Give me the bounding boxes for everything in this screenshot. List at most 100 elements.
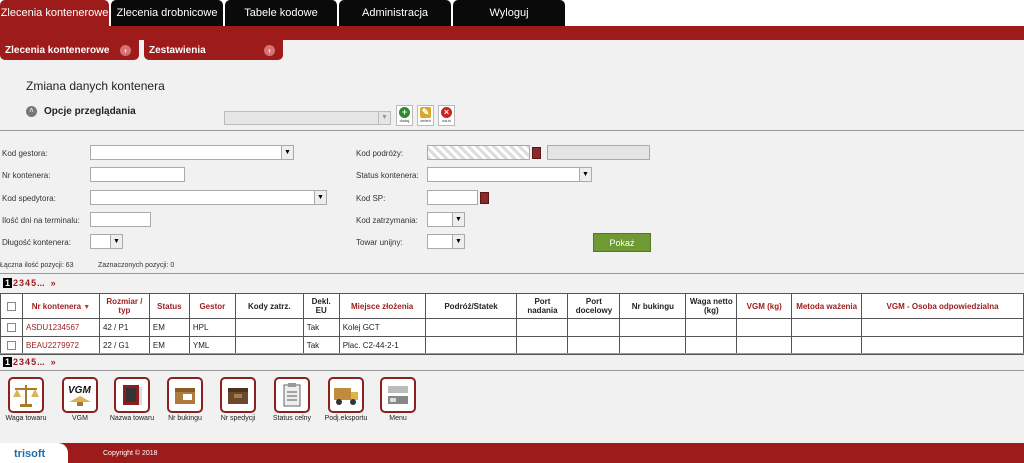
subtab-zlecenia-kontenerowe[interactable]: Zlecenia kontenerowe › xyxy=(0,40,139,60)
status-celny-button[interactable]: Status celny xyxy=(266,377,318,422)
chevron-down-icon: ▼ xyxy=(579,168,591,181)
nr-bukingu-button[interactable]: Nr bukingu xyxy=(159,377,211,422)
table-header-row: Nr kontenera ▼ Rozmiar / typ Status Gest… xyxy=(0,293,1024,319)
chevron-down-icon: ▼ xyxy=(452,213,464,226)
kod-sp-input[interactable] xyxy=(427,190,478,205)
col-vgm-osoba[interactable]: VGM - Osoba odpowiedzialna xyxy=(861,293,1024,319)
page-link[interactable]: 2 xyxy=(13,357,18,367)
page-link[interactable]: ... xyxy=(37,278,45,288)
col-gestor[interactable]: Gestor xyxy=(188,293,236,319)
page-link[interactable]: 3 xyxy=(19,357,24,367)
cell-gestor: HPL xyxy=(188,318,236,337)
trisoft-logo: trisoft xyxy=(14,448,46,460)
chevron-down-icon: ▼ xyxy=(281,146,293,159)
svg-text:VGM: VGM xyxy=(68,385,91,396)
selected-count: Zaznaczonych pozycji: 0 xyxy=(98,262,175,269)
package-icon xyxy=(167,377,203,413)
next-page-icon[interactable]: » xyxy=(51,357,56,367)
cell-port-docelowy xyxy=(567,336,621,355)
cell-rozmiar: 22 / G1 xyxy=(98,336,150,355)
page-link[interactable]: 3 xyxy=(19,278,24,288)
tab-zlecenia-kontenerowe[interactable]: Zlecenia kontenerowe xyxy=(0,0,109,26)
edit-button[interactable]: ✎ zmień xyxy=(417,105,434,126)
nr-kontenera-input[interactable] xyxy=(90,167,185,182)
cell-nr-bukingu xyxy=(619,336,687,355)
towar-unijny-select[interactable]: ▼ xyxy=(427,234,465,249)
col-waga: Waga netto (kg) xyxy=(685,293,738,319)
add-button[interactable]: + dodaj xyxy=(396,105,413,126)
cell-nr-kontenera[interactable]: BEAU2279972 xyxy=(21,336,100,355)
kod-gestora-select[interactable]: ▼ xyxy=(90,145,294,160)
view-options-select[interactable]: ▼ xyxy=(224,111,391,125)
next-page-icon[interactable]: » xyxy=(51,278,56,288)
col-kody-zatrz: Kody zatrz. xyxy=(234,293,304,319)
col-miejsce[interactable]: Miejsce złożenia xyxy=(338,293,426,319)
cell-port-nadania xyxy=(516,336,569,355)
pokaz-button[interactable]: Pokaż xyxy=(593,233,651,252)
ilosc-dni-input[interactable] xyxy=(90,212,151,227)
kod-podrozy-input[interactable] xyxy=(427,145,530,160)
dlugosc-select[interactable]: ▼ xyxy=(90,234,123,249)
chevron-down-icon: ▼ xyxy=(378,112,390,124)
subtab-label: Zestawienia xyxy=(149,44,206,56)
delete-button[interactable]: × usuń xyxy=(438,105,455,126)
cell-miejsce: Kolej GCT xyxy=(338,318,426,337)
calendar-icon[interactable] xyxy=(532,147,541,159)
col-vgm[interactable]: VGM (kg) xyxy=(736,293,793,319)
table-row[interactable]: ASDU1234567 42 / P1 EM HPL Tak Kolej GCT xyxy=(0,318,1024,337)
nr-spedycji-button[interactable]: Nr spedycji xyxy=(212,377,264,422)
podj-eksportu-button[interactable]: Podj.eksportu xyxy=(320,377,372,422)
cell-nr-kontenera[interactable]: ASDU1234567 xyxy=(21,318,100,337)
scale-icon xyxy=(8,377,44,413)
kod-zatrzymania-select[interactable]: ▼ xyxy=(427,212,465,227)
cell-waga xyxy=(685,336,738,355)
tab-administracja[interactable]: Administracja xyxy=(339,0,451,26)
col-rozmiar[interactable]: Rozmiar / typ xyxy=(98,293,150,319)
page-current[interactable]: 1 xyxy=(3,278,13,288)
col-metoda[interactable]: Metoda ważenia xyxy=(791,293,863,319)
nazwa-towaru-button[interactable]: Nazwa towaru xyxy=(106,377,158,422)
statek-readonly-field xyxy=(547,145,650,160)
page-link[interactable]: 4 xyxy=(25,357,30,367)
cell-vgm xyxy=(736,336,793,355)
kod-spedytora-select[interactable]: ▼ xyxy=(90,190,327,205)
col-port-nadania: Port nadania xyxy=(516,293,569,319)
nr-kontenera-label: Nr kontenera: xyxy=(2,171,51,180)
divider xyxy=(0,370,1024,371)
calendar-icon[interactable] xyxy=(480,192,489,204)
row-checkbox[interactable] xyxy=(6,323,16,333)
row-select-cell xyxy=(0,318,23,337)
vgm-button[interactable]: VGM VGM xyxy=(54,377,106,422)
menu-icon xyxy=(380,377,416,413)
cell-status: EM xyxy=(148,336,190,355)
col-port-docelowy: Port docelowy xyxy=(567,293,621,319)
waga-towaru-button[interactable]: Waga towaru xyxy=(0,377,52,422)
page-link[interactable]: 5 xyxy=(31,357,36,367)
total-count: Łączna ilość pozycji: 63 xyxy=(0,262,74,269)
cell-status: EM xyxy=(148,318,190,337)
containers-table: Nr kontenera ▼ Rozmiar / typ Status Gest… xyxy=(0,293,1024,355)
vgm-scale-icon: VGM xyxy=(62,377,98,413)
subtab-zestawienia[interactable]: Zestawienia › xyxy=(144,40,283,60)
col-nr-kontenera[interactable]: Nr kontenera ▼ xyxy=(21,293,100,319)
row-checkbox[interactable] xyxy=(6,341,16,351)
tab-tabele-kodowe[interactable]: Tabele kodowe xyxy=(225,0,337,26)
status-kontenera-select[interactable]: ▼ xyxy=(427,167,592,182)
tab-zlecenia-drobnicowe[interactable]: Zlecenia drobnicowe xyxy=(111,0,223,26)
page-link[interactable]: 2 xyxy=(13,278,18,288)
menu-button[interactable]: Menu xyxy=(372,377,424,422)
tab-wyloguj[interactable]: Wyloguj xyxy=(453,0,565,26)
table-row[interactable]: BEAU2279972 22 / G1 EM YML Tak Plac. C2-… xyxy=(0,336,1024,355)
select-all-checkbox[interactable] xyxy=(6,301,16,311)
page-link[interactable]: ... xyxy=(37,357,45,367)
cell-nr-bukingu xyxy=(619,318,687,337)
collapse-icon[interactable]: ˄ xyxy=(26,106,37,117)
page-link[interactable]: 5 xyxy=(31,278,36,288)
plus-icon: + xyxy=(399,107,410,118)
col-status[interactable]: Status xyxy=(148,293,190,319)
page-link[interactable]: 4 xyxy=(25,278,30,288)
pagination-top: 1 2 3 4 5 ... » xyxy=(3,278,57,288)
col-dekl-eu: Dekl. EU xyxy=(302,293,340,319)
sort-icon: ▼ xyxy=(83,303,91,311)
page-current[interactable]: 1 xyxy=(3,357,13,367)
